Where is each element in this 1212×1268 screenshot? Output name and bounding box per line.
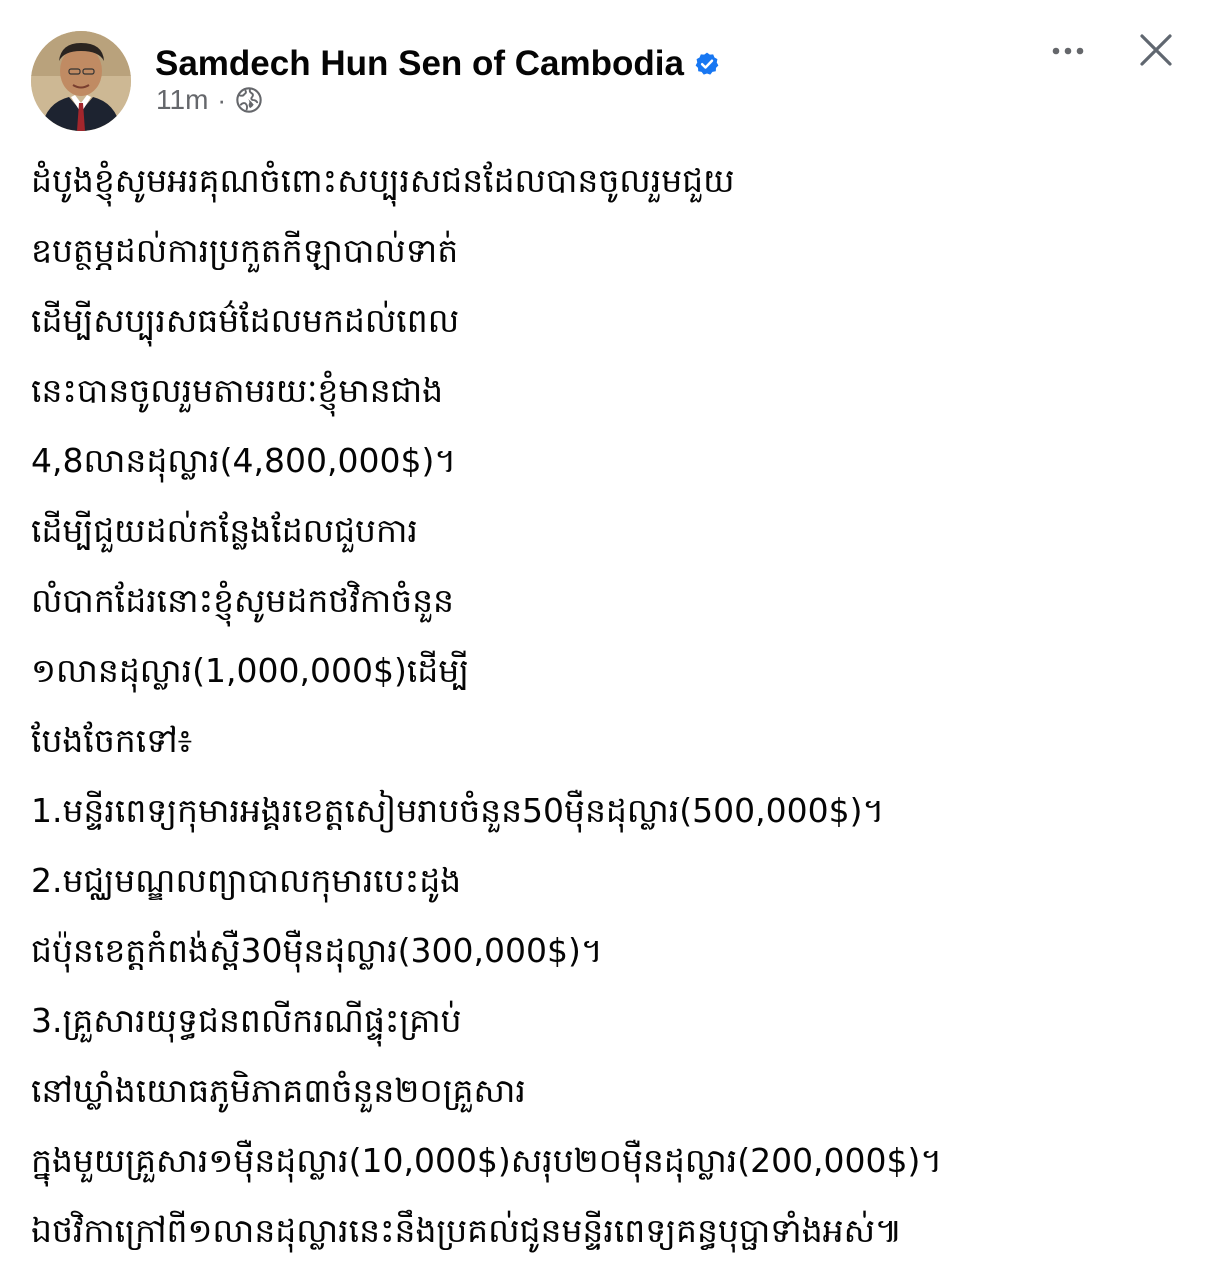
- post-header: Samdech Hun Sen of Cambodia 11m ·: [0, 0, 1212, 140]
- avatar-image: [31, 31, 131, 131]
- post-line: ក្នុងមួយគ្រួសារ១ម៉ឺនដុល្លារ(10,000$)សរុប…: [31, 1141, 943, 1180]
- post-text: ដំបូងខ្ញុំសូមអរគុណចំពោះសប្បុរសជនដែលបានចូ…: [31, 146, 1191, 1266]
- post-line: ឯថវិកាក្រៅពី១លានដុល្លារនេះនឹងប្រគល់ជូនមន…: [31, 1211, 903, 1250]
- post-line: ដំបូងខ្ញុំសូមអរគុណចំពោះសប្បុរសជនដែលបានចូ…: [31, 161, 735, 200]
- verified-badge-icon: [694, 51, 720, 77]
- close-icon: [1140, 34, 1172, 66]
- post-line: លំបាកដែរនោះខ្ញុំសូមដកថវិកាចំនួន: [31, 581, 454, 620]
- post-line: ដើម្បីសប្បុរសធម៌ដែលមកដល់ពេល: [31, 301, 460, 340]
- post-line: នៅឃ្លាំងយោធភូមិភាគ៣ចំនួន២០គ្រួសារ: [31, 1071, 526, 1110]
- post-line: ១លានដុល្លារ(1,000,000$)ដើម្បី: [31, 651, 470, 690]
- post-line: បែងចែកទៅ៖: [31, 721, 193, 760]
- post-line: ដើម្បីជួយដល់កន្លែងដែលជួបការ: [31, 511, 418, 550]
- more-options-button[interactable]: [1046, 33, 1090, 69]
- post-line: នេះបានចូលរួមតាមរយៈខ្ញុំមានជាង: [31, 371, 444, 410]
- close-button[interactable]: [1133, 27, 1179, 73]
- author-name[interactable]: Samdech Hun Sen of Cambodia: [155, 44, 684, 84]
- post-line: 3.គ្រួសារយុទ្ធជនពលីករណីផ្ទុះគ្រាប់: [31, 1001, 462, 1040]
- globe-icon[interactable]: [235, 86, 263, 114]
- post-card: Samdech Hun Sen of Cambodia 11m · ដំបូងខ…: [0, 0, 1212, 1268]
- meta-separator: ·: [217, 84, 227, 115]
- post-line: 1.មន្ទីរពេទ្យកុមារអង្គរខេត្តសៀមរាបចំនួន5…: [31, 791, 885, 830]
- post-time[interactable]: 11m: [156, 84, 208, 116]
- post-meta: 11m ·: [156, 82, 263, 118]
- author-row: Samdech Hun Sen of Cambodia: [155, 42, 720, 86]
- post-line: 2.មជ្ឈមណ្ឌលព្យាបាលកុមារបេះដូង: [31, 861, 462, 900]
- more-options-icon: [1052, 47, 1084, 55]
- post-line: ឧបត្ថម្ភដល់ការប្រកួតកីឡាបាល់ទាត់: [31, 231, 459, 270]
- post-line: 4,8លានដុល្លារ(4,800,000$)។: [31, 441, 457, 480]
- avatar[interactable]: [31, 31, 131, 131]
- post-line: ជប៉ុនខេត្តកំពង់ស្ពឺ30ម៉ឺនដុល្លារ(300,000…: [31, 931, 603, 970]
